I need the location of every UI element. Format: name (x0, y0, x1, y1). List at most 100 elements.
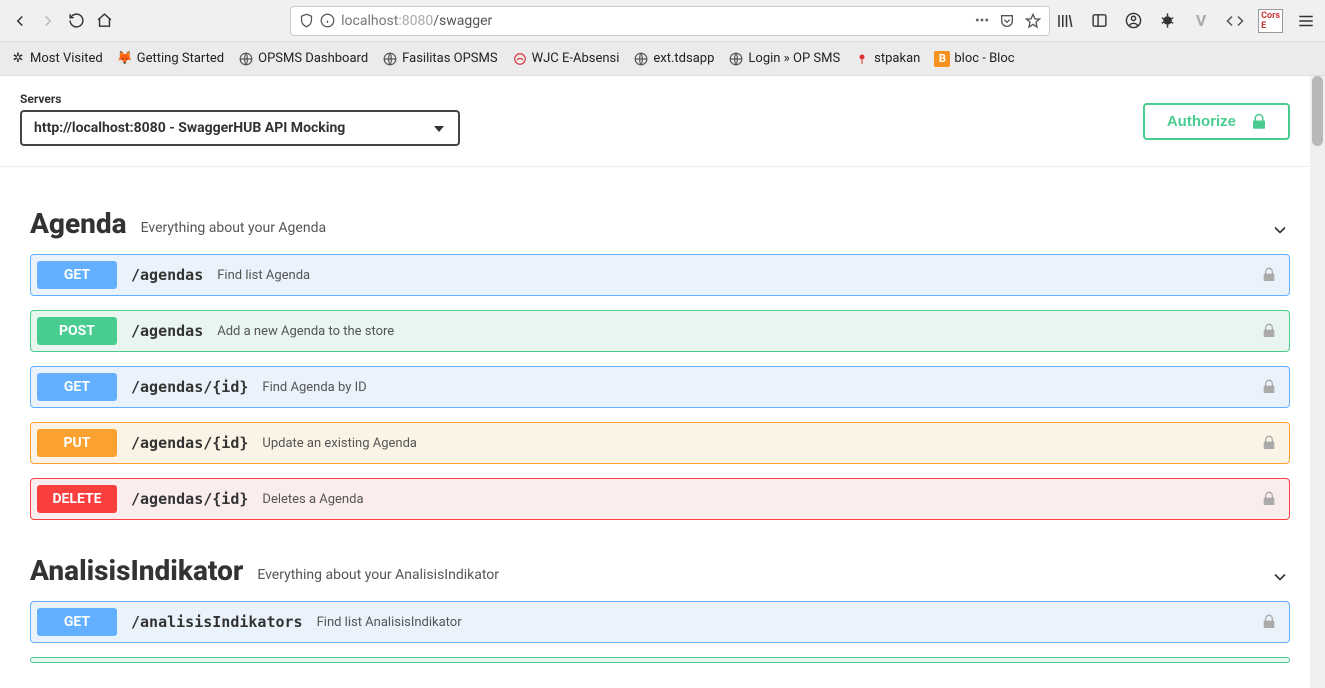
scroll-thumb[interactable] (1312, 76, 1323, 146)
bookmark-wjc-eabsensi[interactable]: WJC E-Absensi (512, 51, 620, 67)
info-icon[interactable] (320, 13, 335, 28)
browser-toolbar: localhost:8080/swagger ••• V Cors (0, 0, 1325, 42)
chevron-down-icon[interactable] (1270, 567, 1290, 587)
shield-icon[interactable] (299, 13, 314, 28)
lock-icon[interactable] (1261, 614, 1277, 630)
operation-row[interactable]: GET /agendas Find list Agenda (30, 254, 1290, 296)
lock-icon[interactable] (1261, 435, 1277, 451)
bookmark-ext-tdsapp[interactable]: ext.tdsapp (633, 51, 714, 67)
url-path: /swagger (433, 13, 492, 29)
operation-row[interactable] (30, 657, 1290, 663)
bookmark-label: WJC E-Absensi (532, 51, 620, 66)
sidebar-icon[interactable] (1088, 10, 1110, 32)
lock-icon[interactable] (1261, 267, 1277, 283)
bookmark-getting-started[interactable]: 🦊 Getting Started (117, 51, 224, 67)
bookmark-label: stpakan (874, 51, 920, 66)
method-badge: PUT (37, 429, 117, 457)
operation-path: /agendas/{id} (131, 378, 248, 396)
bookmark-label: Getting Started (137, 51, 224, 66)
globe-icon (633, 51, 649, 67)
url-port: :8080 (398, 13, 433, 29)
account-icon[interactable] (1122, 10, 1144, 32)
star-icon[interactable] (1025, 13, 1041, 29)
bookmark-login-opsms[interactable]: Login » OP SMS (728, 51, 840, 67)
operation-path: /agendas (131, 322, 203, 340)
servers-select[interactable]: http://localhost:8080 - SwaggerHUB API M… (20, 110, 460, 146)
cors-badge[interactable]: CorsE (1258, 9, 1283, 33)
method-badge: GET (37, 608, 117, 636)
lock-icon (1250, 113, 1266, 129)
operation-path: /analisisIndikators (131, 613, 303, 631)
library-icon[interactable] (1054, 10, 1076, 32)
page-content: Servers http://localhost:8080 - SwaggerH… (0, 76, 1310, 688)
bookmark-opsms-dashboard[interactable]: OPSMS Dashboard (238, 51, 368, 67)
chevron-down-icon[interactable] (1270, 220, 1290, 240)
bookmark-most-visited[interactable]: ✲ Most Visited (10, 51, 103, 67)
operation-row[interactable]: PUT /agendas/{id} Update an existing Age… (30, 422, 1290, 464)
bookmark-label: Fasilitas OPSMS (402, 51, 497, 66)
bookmark-label: Most Visited (30, 51, 103, 66)
url-host: localhost (341, 13, 398, 29)
operation-summary: Find list Agenda (217, 268, 310, 283)
method-badge: DELETE (37, 485, 117, 513)
vertical-scrollbar[interactable] (1310, 76, 1325, 688)
method-badge: GET (37, 261, 117, 289)
globe-icon (728, 51, 744, 67)
operation-summary: Find list AnalisisIndikator (317, 615, 462, 630)
operation-path: /agendas (131, 266, 203, 284)
authorize-label: Authorize (1167, 113, 1236, 130)
bookmarks-bar: ✲ Most Visited 🦊 Getting Started OPSMS D… (0, 42, 1325, 76)
servers-label: Servers (20, 92, 61, 106)
bookmark-stpakan[interactable]: stpakan (854, 51, 920, 67)
lock-icon[interactable] (1261, 323, 1277, 339)
toolbar-right: V CorsE (1054, 9, 1317, 33)
tag-description: Everything about your AnalisisIndikator (257, 567, 1256, 587)
bug-icon[interactable] (1156, 10, 1178, 32)
pocket-icon[interactable] (999, 13, 1015, 29)
more-icon[interactable]: ••• (975, 13, 989, 29)
operation-path: /agendas/{id} (131, 490, 248, 508)
globe-icon (382, 51, 398, 67)
tag-description: Everything about your Agenda (141, 220, 1256, 240)
firefox-icon: 🦊 (117, 51, 133, 67)
operation-row[interactable]: GET /analisisIndikators Find list Analis… (30, 601, 1290, 643)
url-bar[interactable]: localhost:8080/swagger ••• (290, 6, 1050, 36)
ops-list-agenda: GET /agendas Find list Agenda POST /agen… (30, 254, 1290, 520)
home-button[interactable] (92, 6, 116, 36)
operation-summary: Add a new Agenda to the store (217, 324, 394, 339)
bookmark-fasilitas-opsms[interactable]: Fasilitas OPSMS (382, 51, 497, 67)
menu-icon[interactable] (1295, 10, 1317, 32)
operation-summary: Find Agenda by ID (262, 380, 366, 395)
url-text: localhost:8080/swagger (341, 13, 969, 29)
lock-icon[interactable] (1261, 379, 1277, 395)
bookmark-label: ext.tdsapp (653, 51, 714, 66)
operation-row[interactable]: DELETE /agendas/{id} Deletes a Agenda (30, 478, 1290, 520)
forward-button[interactable] (36, 6, 60, 36)
servers-row: Servers http://localhost:8080 - SwaggerH… (0, 76, 1310, 167)
bookmark-label: bloc - Bloc (954, 51, 1014, 66)
b-icon: B (934, 51, 950, 67)
tag-header-analisisindikator[interactable]: AnalisisIndikator Everything about your … (30, 554, 1290, 587)
gear-icon: ✲ (10, 51, 26, 67)
bookmark-label: Login » OP SMS (748, 51, 840, 66)
app-icon (512, 51, 528, 67)
back-button[interactable] (8, 6, 32, 36)
operation-row[interactable]: GET /agendas/{id} Find Agenda by ID (30, 366, 1290, 408)
operation-path: /agendas/{id} (131, 434, 248, 452)
lock-icon[interactable] (1261, 491, 1277, 507)
method-badge: POST (37, 317, 117, 345)
bookmark-bloc[interactable]: B bloc - Bloc (934, 51, 1014, 67)
ops-list-analisisindikator: GET /analisisIndikators Find list Analis… (30, 601, 1290, 663)
pin-icon (854, 51, 870, 67)
operation-row[interactable]: POST /agendas Add a new Agenda to the st… (30, 310, 1290, 352)
operation-summary: Update an existing Agenda (262, 436, 417, 451)
vue-icon[interactable]: V (1190, 10, 1212, 32)
reload-button[interactable] (64, 6, 88, 36)
authorize-button[interactable]: Authorize (1143, 103, 1290, 140)
globe-icon (238, 51, 254, 67)
method-badge: GET (37, 373, 117, 401)
code-icon[interactable] (1224, 10, 1246, 32)
bookmark-label: OPSMS Dashboard (258, 51, 368, 66)
tag-header-agenda[interactable]: Agenda Everything about your Agenda (30, 207, 1290, 240)
tag-name: Agenda (30, 207, 127, 240)
